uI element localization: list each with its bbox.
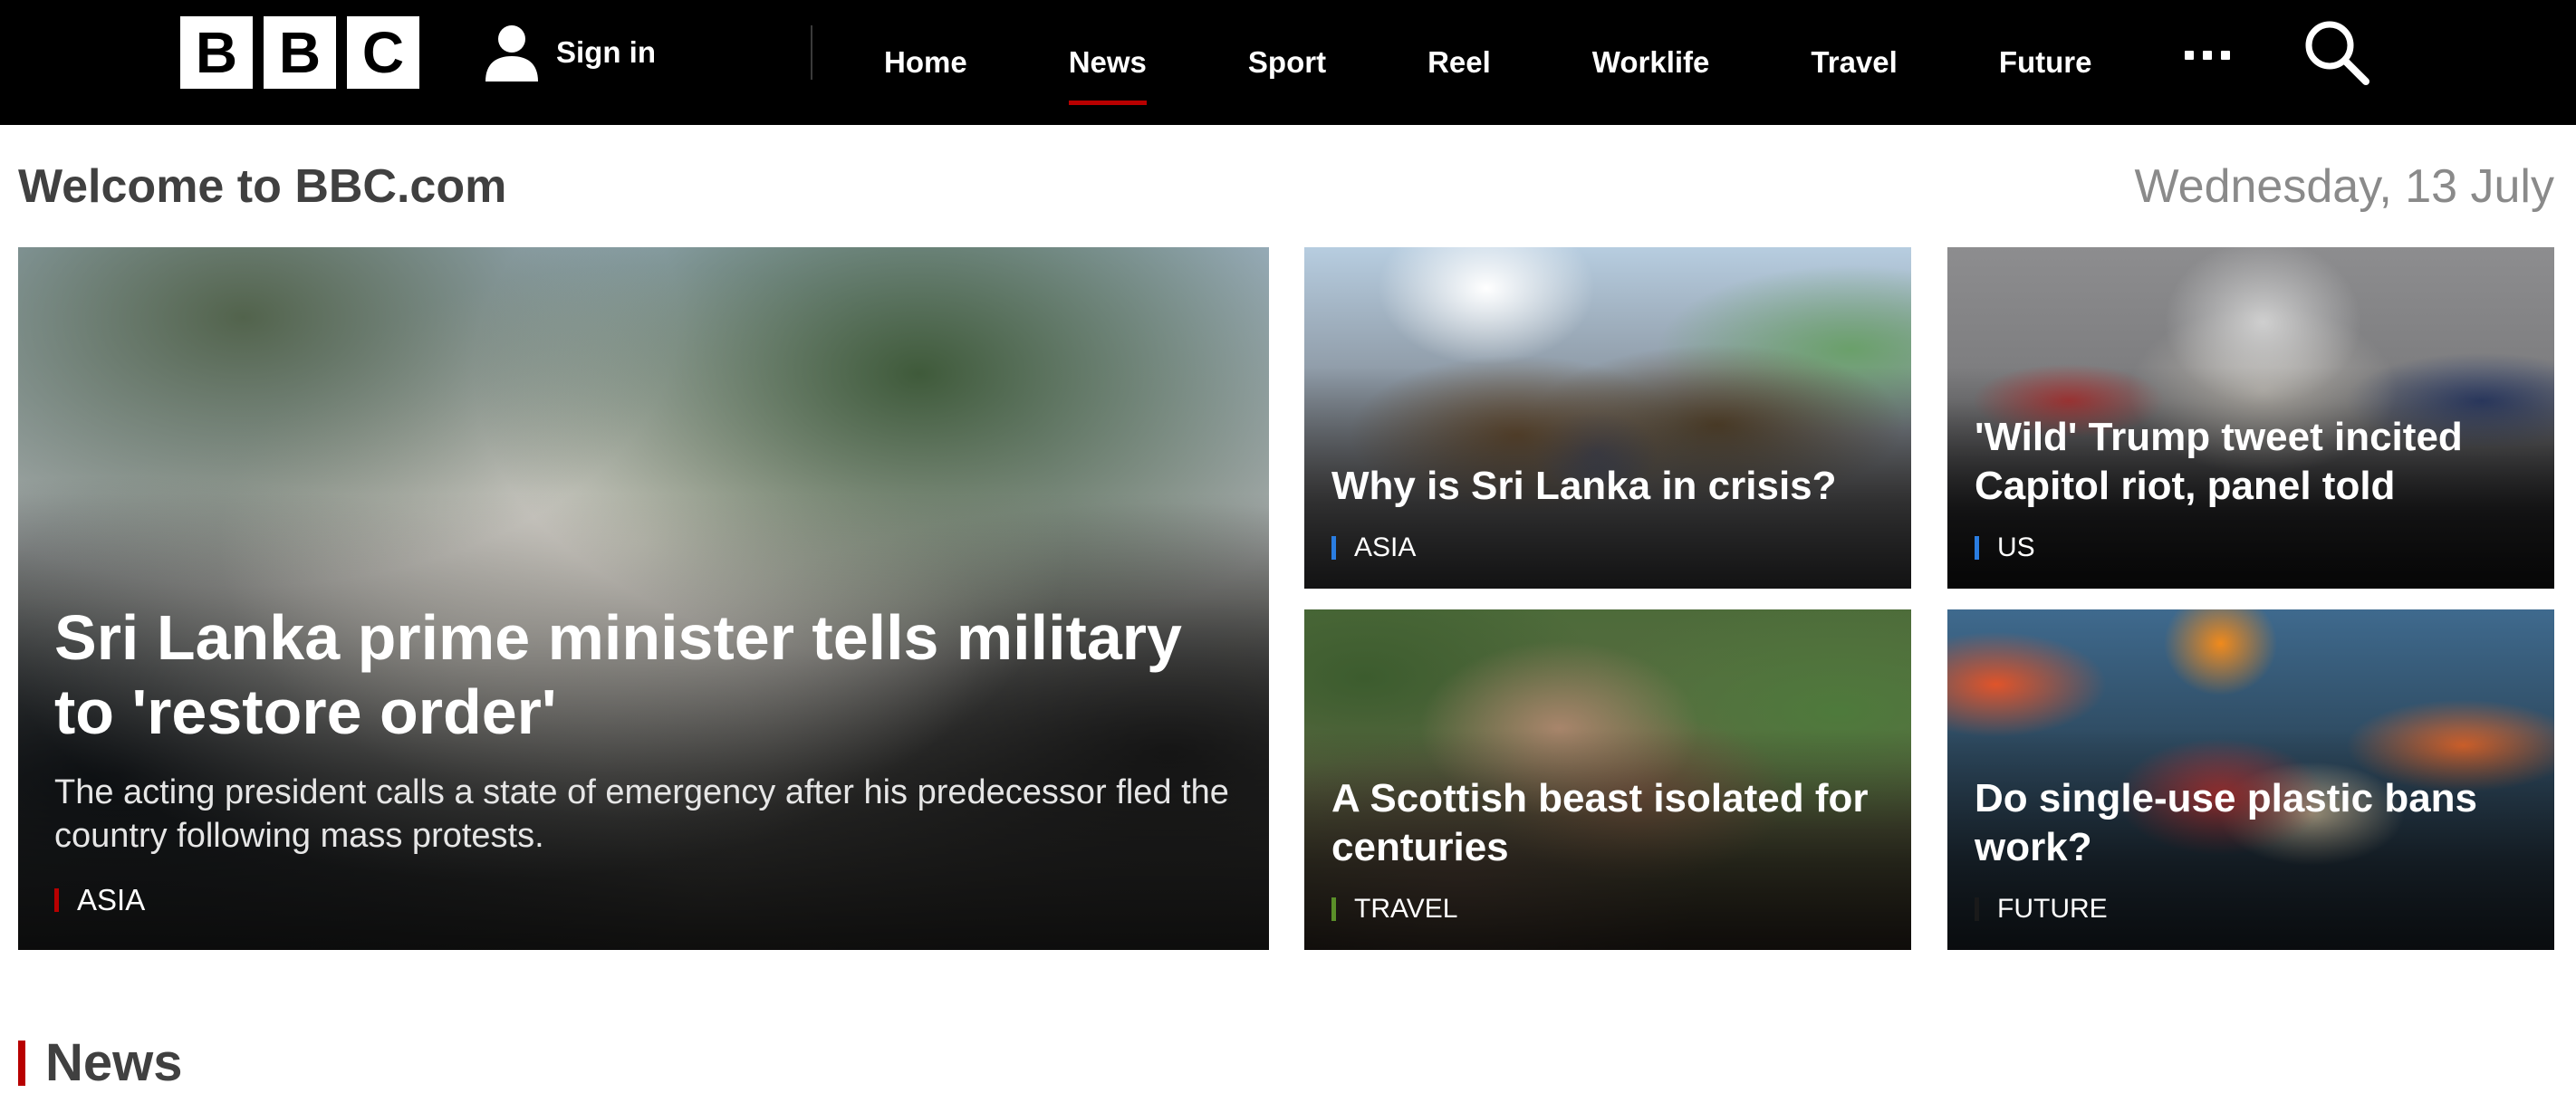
nav-item-home[interactable]: Home [860, 0, 991, 125]
story-title[interactable]: Do single-use plastic bans work? [1975, 774, 2527, 872]
nav-item-reel[interactable]: Reel [1404, 0, 1514, 125]
logo-letter-c: C [347, 16, 419, 89]
search-button[interactable] [2301, 16, 2373, 89]
hero-story-text: Sri Lanka prime minister tells military … [54, 600, 1233, 917]
nav-divider [811, 25, 812, 80]
tag-bar [1975, 536, 1979, 560]
hero-story-title[interactable]: Sri Lanka prime minister tells military … [54, 600, 1233, 749]
story-title[interactable]: 'Wild' Trump tweet incited Capitol riot,… [1975, 413, 2527, 511]
section-accent-bar [18, 1040, 25, 1086]
section-title[interactable]: News [45, 1032, 183, 1093]
news-section-header: News [18, 1032, 183, 1093]
nav-item-future[interactable]: Future [1975, 0, 2116, 125]
tag-bar [54, 888, 59, 912]
story-tag[interactable]: FUTURE [1975, 894, 2527, 925]
dot [2185, 51, 2194, 60]
more-icon[interactable] [2185, 51, 2239, 65]
sign-in-label: Sign in [556, 35, 656, 69]
bbc-logo[interactable]: B B C [180, 16, 419, 89]
hero-story-tag[interactable]: ASIA [54, 883, 1233, 917]
current-date: Wednesday, 13 July [2134, 160, 2554, 213]
nav-item-travel[interactable]: Travel [1787, 0, 1920, 125]
main-nav: Home News Sport Reel Worklife Travel Fut… [860, 0, 2115, 125]
story-title[interactable]: Why is Sri Lanka in crisis? [1331, 462, 1884, 511]
dot [2221, 51, 2230, 60]
tag-label: FUTURE [1997, 894, 2108, 924]
tag-bar [1331, 536, 1336, 560]
story-card-sri-lanka-crisis[interactable]: Why is Sri Lanka in crisis? ASIA [1304, 247, 1911, 589]
story-card-scottish-beast[interactable]: A Scottish beast isolated for centuries … [1304, 609, 1911, 950]
tag-label: ASIA [1354, 532, 1417, 562]
hero-story-summary: The acting president calls a state of em… [54, 773, 1229, 855]
dot [2203, 51, 2212, 60]
story-text: A Scottish beast isolated for centuries … [1331, 774, 1884, 925]
story-text: Do single-use plastic bans work? FUTURE [1975, 774, 2527, 925]
tag-label: US [1997, 532, 2035, 562]
top-navigation-bar: B B C Sign in Home News Sport Reel Workl… [0, 0, 2576, 125]
tag-bar [1331, 897, 1336, 921]
tag-bar [1975, 897, 1979, 921]
story-card-trump-capitol[interactable]: 'Wild' Trump tweet incited Capitol riot,… [1947, 247, 2554, 589]
story-tag[interactable]: US [1975, 532, 2527, 563]
story-title[interactable]: A Scottish beast isolated for centuries [1331, 774, 1884, 872]
story-text: Why is Sri Lanka in crisis? ASIA [1331, 462, 1884, 563]
story-tag[interactable]: ASIA [1331, 532, 1884, 563]
sign-in-button[interactable]: Sign in [484, 24, 656, 82]
nav-item-worklife[interactable]: Worklife [1569, 0, 1734, 125]
search-icon [2305, 21, 2369, 85]
logo-letter-b2: B [264, 16, 336, 89]
story-tag[interactable]: TRAVEL [1331, 894, 1884, 925]
user-icon [485, 25, 538, 82]
hero-story-card[interactable]: Sri Lanka prime minister tells military … [18, 247, 1269, 950]
tag-label: TRAVEL [1354, 894, 1458, 924]
nav-item-sport[interactable]: Sport [1225, 0, 1350, 125]
welcome-heading: Welcome to BBC.com [18, 160, 507, 213]
tag-label: ASIA [77, 883, 146, 916]
logo-letter-b1: B [180, 16, 253, 89]
story-text: 'Wild' Trump tweet incited Capitol riot,… [1975, 413, 2527, 563]
nav-item-news[interactable]: News [1045, 0, 1170, 125]
story-card-plastic-bans[interactable]: Do single-use plastic bans work? FUTURE [1947, 609, 2554, 950]
